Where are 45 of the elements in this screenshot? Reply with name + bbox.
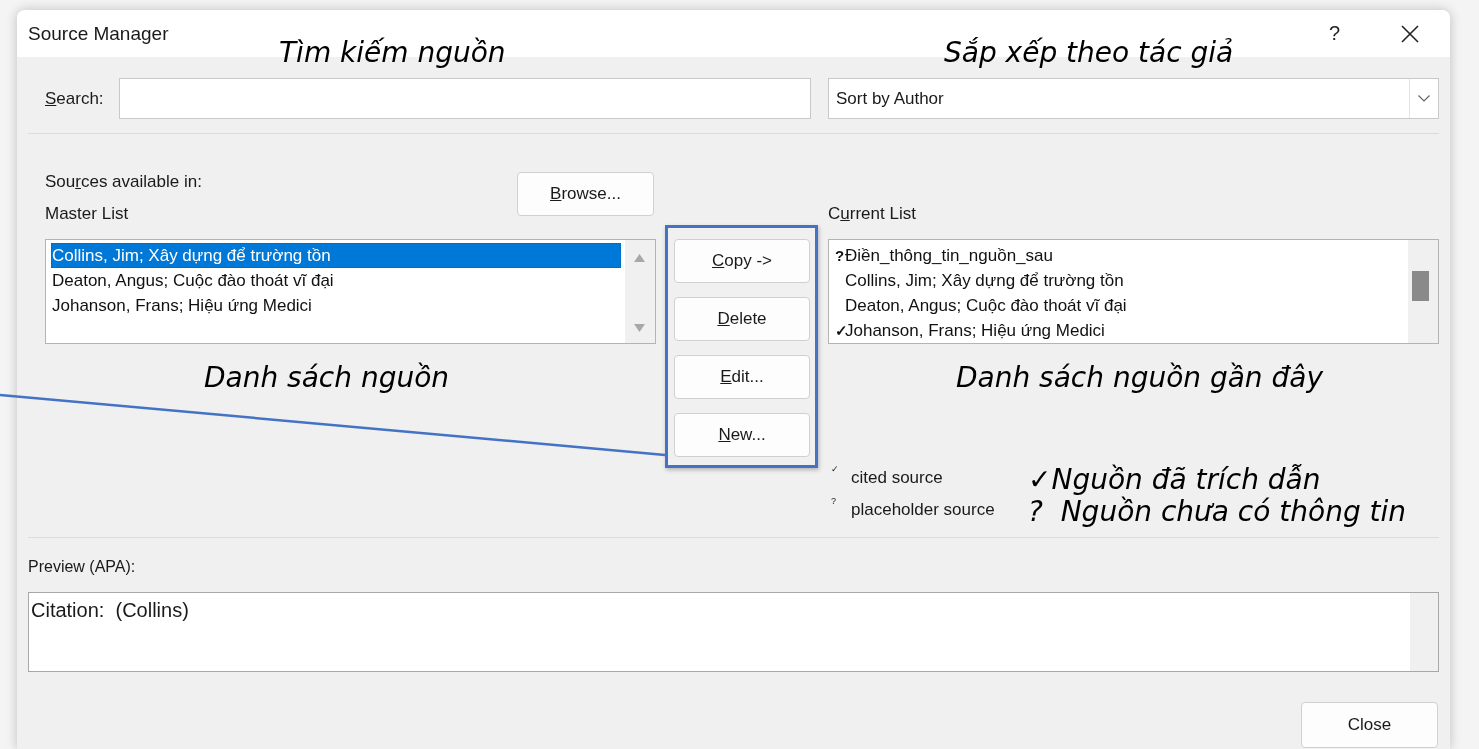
current-list[interactable]: ?Điền_thông_tin_nguồn_sau Collins, Jim; Xây dựng để trường tồn Deaton, Angus; Cuộc đào thoát vĩ đại ✓Johanson, Frans; Hiệu ứng Medici (828, 239, 1439, 344)
scroll-up-icon[interactable] (634, 254, 645, 262)
scrollbar-thumb[interactable] (1412, 271, 1429, 301)
annotation-text: Danh sách nguồn gần đây (956, 361, 1324, 395)
cited-mark: ✓ (835, 321, 845, 341)
sort-dropdown[interactable]: Sort by Author (828, 78, 1439, 119)
source-list-item[interactable]: ✓Johanson, Frans; Hiệu ứng Medici (834, 318, 1404, 343)
placeholder-mark: ? (835, 246, 845, 266)
annotation-text: ? Nguồn chưa có thông tin (1028, 495, 1407, 529)
citation-text: Citation: (Collins) (30, 598, 189, 622)
new-button[interactable]: New... (674, 413, 810, 457)
edit-button[interactable]: Edit... (674, 355, 810, 399)
scroll-down-icon[interactable] (634, 324, 645, 332)
legend-mark: ? (830, 496, 837, 506)
annotation-text: Tìm kiếm nguồn (279, 36, 506, 70)
scrollbar[interactable] (1408, 240, 1438, 343)
legend-mark: ✓ (830, 464, 840, 474)
preview-label: Preview (APA): (28, 557, 137, 577)
search-field[interactable] (119, 78, 811, 119)
copy-button[interactable]: Copy -> (674, 239, 810, 283)
scrollbar[interactable] (1410, 593, 1438, 671)
source-list-item[interactable]: Deaton, Angus; Cuộc đào thoát vĩ đại (834, 293, 1404, 318)
chevron-down-icon[interactable] (1418, 95, 1430, 102)
annotation-text: Danh sách nguồn (204, 361, 450, 395)
annotation-text: Sắp xếp theo tác giả (944, 36, 1234, 70)
source-list-item[interactable]: Johanson, Frans; Hiệu ứng Medici (51, 293, 621, 318)
delete-button[interactable]: Delete (674, 297, 810, 341)
source-list-item[interactable]: Collins, Jim; Xây dựng để trường tồn (834, 268, 1404, 293)
annotation-text: ✓Nguồn đã trích dẫn (1028, 463, 1321, 497)
help-button[interactable]: ? (1328, 22, 1340, 45)
legend-label: placeholder source (851, 500, 995, 520)
source-list-item[interactable]: Deaton, Angus; Cuộc đào thoát vĩ đại (51, 268, 621, 293)
search-label: Search: (45, 88, 105, 109)
source-list-item[interactable]: Collins, Jim; Xây dựng để trường tồn (51, 243, 621, 268)
master-list-label: Master List (45, 204, 130, 224)
source-list-item[interactable]: ?Điền_thông_tin_nguồn_sau (834, 243, 1404, 268)
master-list[interactable]: Collins, Jim; Xây dựng để trường tồn Deaton, Angus; Cuộc đào thoát vĩ đại Johanson, Frans; Hiệu ứng Medici (45, 239, 656, 344)
legend-label: cited source (851, 468, 943, 488)
scrollbar[interactable] (625, 240, 655, 343)
close-icon[interactable] (1401, 24, 1419, 43)
window-title: Source Manager (28, 22, 169, 45)
close-button[interactable]: Close (1301, 702, 1438, 748)
browse-button[interactable]: Browse... (517, 172, 654, 216)
sources-label: Sources available in: (45, 172, 202, 192)
current-list-label: Current List (828, 204, 917, 224)
